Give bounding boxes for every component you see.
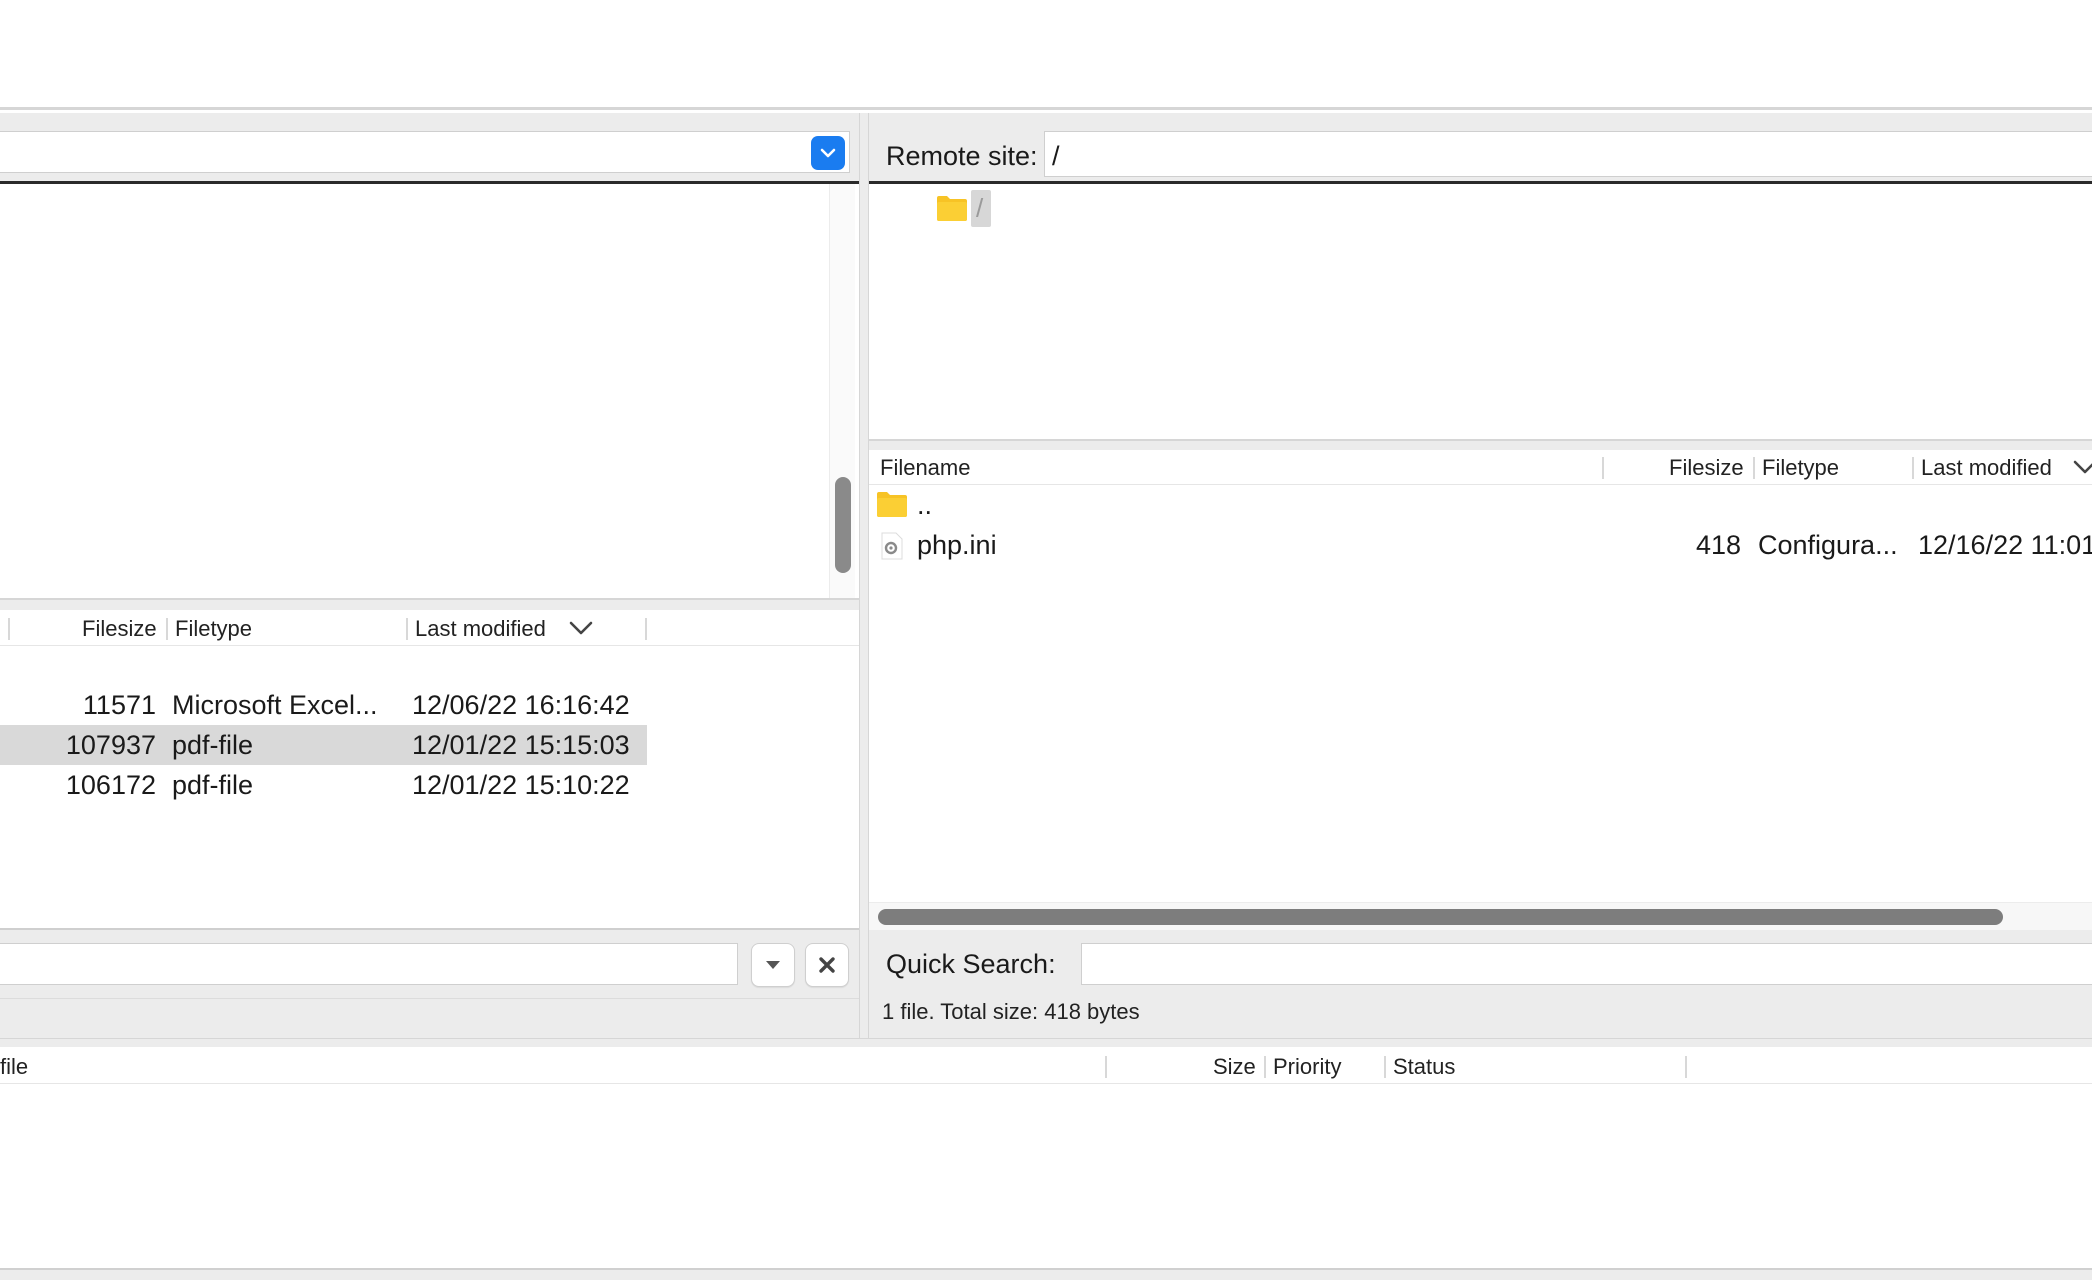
column-separator[interactable]	[645, 618, 647, 640]
row-filesize: 11571	[82, 690, 156, 720]
column-header-filename[interactable]: Filename	[880, 451, 970, 485]
column-separator[interactable]	[1384, 1056, 1386, 1078]
row-filename: php.ini	[917, 530, 997, 560]
clear-filter-button[interactable]	[805, 943, 849, 987]
table-row[interactable]: ..	[869, 485, 2092, 525]
row-filetype: pdf-file	[172, 730, 254, 760]
row-last-modified: 12/16/22 11:01:	[1918, 530, 2092, 560]
row-filetype: Microsoft Excel...	[172, 690, 378, 720]
row-filesize: 418	[1695, 530, 1741, 560]
column-header-priority[interactable]: Priority	[1273, 1050, 1341, 1084]
config-file-icon	[881, 532, 903, 560]
column-separator[interactable]	[1105, 1056, 1107, 1078]
row-filename: ..	[917, 490, 933, 520]
remote-path-value: /	[1052, 141, 1060, 171]
sort-descending-icon	[569, 621, 593, 635]
local-directory-tree[interactable]	[0, 181, 859, 600]
row-filetype: pdf-file	[172, 770, 254, 800]
column-separator[interactable]	[166, 618, 168, 640]
remote-tree-root-label: /	[976, 193, 984, 223]
table-row[interactable]: php.ini 418 Configura... 12/16/22 11:01:	[869, 525, 2092, 565]
local-path-input[interactable]	[0, 131, 850, 173]
remote-status-text: 1 file. Total size: 418 bytes	[882, 999, 1140, 1024]
caret-down-icon	[766, 961, 780, 969]
toolbar-area	[0, 0, 2092, 110]
remote-path-input[interactable]	[1044, 131, 2092, 177]
column-header-filetype[interactable]: Filetype	[1762, 451, 1839, 485]
quick-search-label: Quick Search:	[886, 949, 1056, 979]
sort-descending-icon	[2073, 460, 2092, 474]
folder-icon	[877, 492, 907, 517]
remote-splitter[interactable]	[869, 441, 2092, 450]
column-header-last-modified[interactable]: Last modified	[1921, 451, 2052, 485]
column-header-filesize[interactable]: Filesize	[82, 612, 157, 646]
row-filetype: Configura...	[1758, 530, 1898, 560]
column-separator[interactable]	[1753, 457, 1755, 479]
local-list-header: Filesize Filetype Last modified	[0, 612, 859, 646]
column-separator[interactable]	[1685, 1056, 1687, 1078]
row-last-modified: 12/01/22 15:15:03	[412, 730, 630, 760]
column-separator[interactable]	[1264, 1056, 1266, 1078]
quick-search-input[interactable]	[1081, 943, 2092, 985]
remote-list-header: Filename Filesize Filetype Last modified	[869, 451, 2092, 485]
column-header-file[interactable]: file	[0, 1050, 28, 1084]
local-tree-scrollbar-thumb[interactable]	[835, 477, 851, 573]
pane-divider[interactable]	[859, 113, 869, 1038]
local-status-bar	[0, 998, 859, 1038]
chevron-down-icon	[820, 148, 836, 158]
remote-site-label: Remote site:	[886, 141, 1038, 171]
column-separator[interactable]	[406, 618, 408, 640]
local-path-dropdown-button[interactable]	[811, 136, 845, 170]
local-splitter[interactable]	[0, 600, 859, 610]
table-row[interactable]: 106172 pdf-file 12/01/22 15:10:22	[0, 765, 647, 805]
remote-directory-tree[interactable]	[869, 181, 2092, 441]
column-separator[interactable]	[1602, 457, 1604, 479]
row-last-modified: 12/06/22 16:16:42	[412, 690, 630, 720]
folder-icon	[937, 196, 967, 221]
column-header-size[interactable]: Size	[1213, 1050, 1256, 1084]
table-row-selected[interactable]: 107937 pdf-file 12/01/22 15:15:03	[0, 725, 647, 765]
row-filesize: 106172	[65, 770, 156, 800]
remote-list-scrollbar-thumb[interactable]	[878, 909, 2003, 925]
queue-header: file Size Priority Status	[0, 1050, 2092, 1084]
column-separator[interactable]	[8, 618, 10, 640]
column-separator[interactable]	[1912, 457, 1914, 479]
queue-splitter[interactable]	[0, 1038, 2092, 1047]
column-header-status[interactable]: Status	[1393, 1050, 1455, 1084]
filter-options-button[interactable]	[751, 943, 795, 987]
column-header-filesize[interactable]: Filesize	[1669, 451, 1744, 485]
local-filter-input[interactable]	[0, 943, 738, 985]
row-last-modified: 12/01/22 15:10:22	[412, 770, 630, 800]
row-filesize: 107937	[65, 730, 156, 760]
column-header-last-modified[interactable]: Last modified	[415, 612, 546, 646]
column-header-filetype[interactable]: Filetype	[175, 612, 252, 646]
table-row[interactable]: 11571 Microsoft Excel... 12/06/22 16:16:…	[0, 685, 647, 725]
close-icon	[819, 957, 835, 973]
window-bottom-edge	[0, 1268, 2092, 1280]
